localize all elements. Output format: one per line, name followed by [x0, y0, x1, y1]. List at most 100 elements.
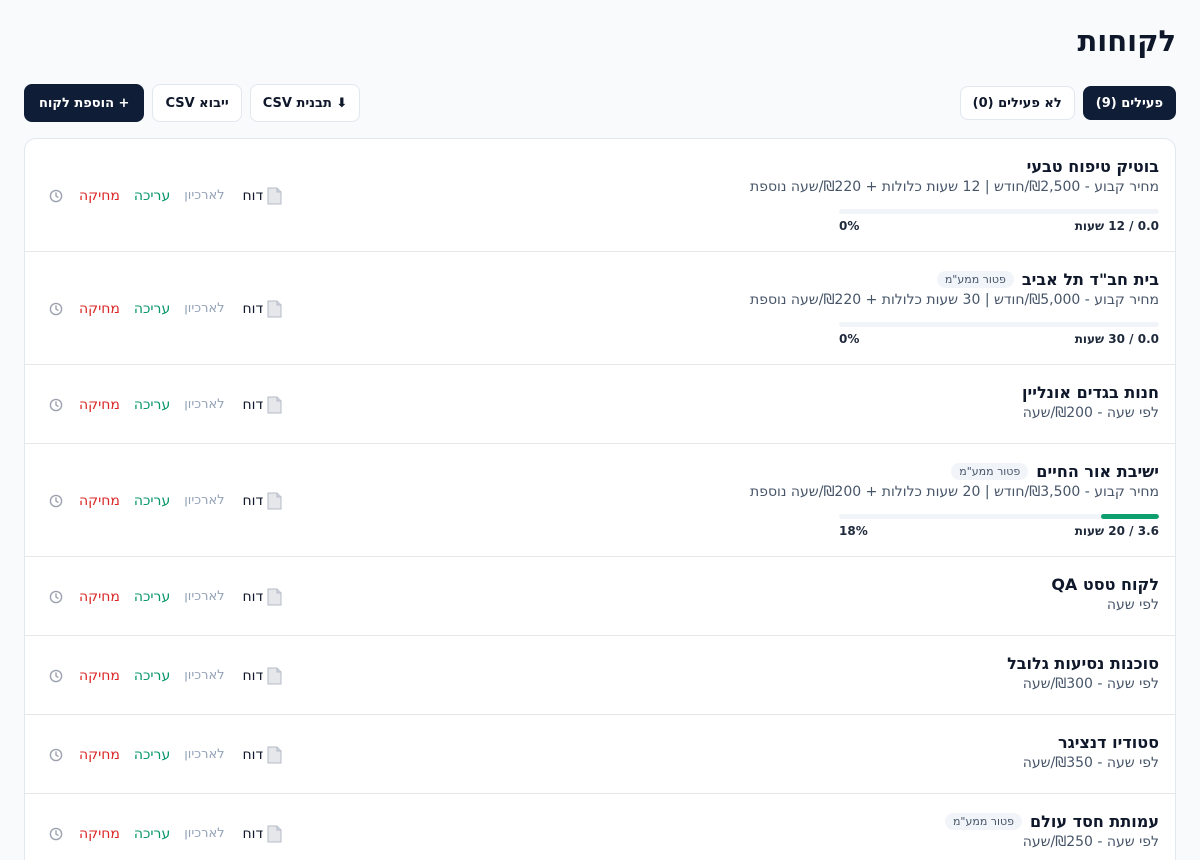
history-icon[interactable] — [47, 825, 65, 843]
client-row: בית חב"ד תל אביב פטור ממע"מ מחיר קבוע - … — [25, 252, 1175, 365]
add-client-button[interactable]: + הוספת לקוח — [24, 84, 145, 122]
clock-icon — [49, 669, 63, 682]
hours-progress-labels: 0.0 / 30 שעות 0% — [839, 332, 1159, 346]
tab-active-clients[interactable]: פעילים (9) — [1082, 86, 1176, 120]
history-icon[interactable] — [47, 746, 65, 764]
client-row: ישיבת אור החיים פטור ממע"מ מחיר קבוע - ₪… — [25, 444, 1175, 557]
edit-button[interactable]: עריכה — [134, 668, 170, 684]
document-icon — [267, 492, 282, 509]
delete-button[interactable]: מחיקה — [79, 301, 120, 317]
hours-used-label: 0.0 / 30 שעות — [1074, 332, 1159, 346]
archive-button[interactable]: לארכיון — [184, 589, 224, 604]
client-name-line: ישיבת אור החיים פטור ממע"מ — [739, 459, 1159, 483]
delete-button[interactable]: מחיקה — [79, 826, 120, 842]
delete-button[interactable]: מחיקה — [79, 493, 120, 509]
client-name-line: סטודיו דנציגר — [739, 730, 1159, 754]
report-button[interactable]: דוח — [243, 396, 283, 414]
client-name: חנות בגדים אונליין — [1022, 382, 1159, 402]
document-icon — [267, 300, 282, 317]
clients-page: לקוחות פעילים (9) לא פעילים (0) ⬇ תבנית … — [0, 0, 1200, 860]
csv-template-button[interactable]: ⬇ תבנית CSV — [249, 84, 361, 122]
history-icon[interactable] — [47, 300, 65, 318]
hours-progress-track — [839, 514, 1159, 519]
delete-button[interactable]: מחיקה — [79, 589, 120, 605]
client-name-line: סוכנות נסיעות גלובל — [739, 651, 1159, 675]
edit-button[interactable]: עריכה — [134, 826, 170, 842]
archive-button[interactable]: לארכיון — [184, 747, 224, 762]
client-pricing: לפי שעה - ₪250/שעה — [1022, 834, 1159, 850]
report-button[interactable]: דוח — [243, 300, 283, 318]
client-pricing: לפי שעה — [1106, 597, 1159, 613]
hours-progress-fill — [1101, 514, 1159, 519]
archive-button[interactable]: לארכיון — [184, 397, 224, 412]
delete-button[interactable]: מחיקה — [79, 397, 120, 413]
clock-icon — [49, 189, 63, 202]
report-button[interactable]: דוח — [243, 825, 283, 843]
hours-progress: 3.6 / 20 שעות 18% — [839, 514, 1159, 538]
delete-button[interactable]: מחיקה — [79, 747, 120, 763]
client-pricing: מחיר קבוע - ₪2,500/חודש | 12 שעות כלולות… — [750, 179, 1159, 195]
history-icon[interactable] — [47, 667, 65, 685]
archive-button[interactable]: לארכיון — [184, 301, 224, 316]
edit-button[interactable]: עריכה — [134, 188, 170, 204]
clock-icon — [49, 494, 63, 507]
client-info: חנות בגדים אונליין לפי שעה - ₪200/שעה — [739, 380, 1159, 422]
hours-used-label: 3.6 / 20 שעות — [1074, 524, 1159, 538]
hours-progress: 0.0 / 30 שעות 0% — [839, 322, 1159, 346]
edit-button[interactable]: עריכה — [134, 589, 170, 605]
client-name: בית חב"ד תל אביב — [1021, 269, 1159, 289]
client-name: עמותת חסד עולם — [1030, 811, 1159, 831]
tab-inactive-clients[interactable]: לא פעילים (0) — [959, 86, 1075, 120]
client-name: ישיבת אור החיים — [1036, 461, 1159, 481]
client-name: בוטיק טיפוח טבעי — [1026, 156, 1159, 176]
history-icon[interactable] — [47, 187, 65, 205]
report-button[interactable]: דוח — [243, 492, 283, 510]
delete-button[interactable]: מחיקה — [79, 668, 120, 684]
edit-button[interactable]: עריכה — [134, 747, 170, 763]
report-button[interactable]: דוח — [243, 667, 283, 685]
clock-icon — [49, 398, 63, 411]
report-button[interactable]: דוח — [243, 187, 283, 205]
hours-progress-track — [839, 322, 1159, 327]
vat-exempt-badge: פטור ממע"מ — [944, 812, 1023, 830]
hours-progress: 0.0 / 12 שעות 0% — [839, 209, 1159, 233]
edit-button[interactable]: עריכה — [134, 493, 170, 509]
history-icon[interactable] — [47, 588, 65, 606]
status-tabs: פעילים (9) לא פעילים (0) — [959, 86, 1176, 120]
client-actions: מחיקה עריכה לארכיון דוח — [47, 823, 282, 845]
document-icon — [267, 667, 282, 684]
report-button[interactable]: דוח — [243, 588, 283, 606]
document-icon — [267, 187, 282, 204]
client-actions: מחיקה עריכה לארכיון דוח — [47, 298, 282, 320]
archive-button[interactable]: לארכיון — [184, 188, 224, 203]
archive-button[interactable]: לארכיון — [184, 826, 224, 841]
client-row: בוטיק טיפוח טבעי מחיר קבוע - ₪2,500/חודש… — [25, 139, 1175, 252]
client-info: ישיבת אור החיים פטור ממע"מ מחיר קבוע - ₪… — [739, 459, 1159, 501]
archive-button[interactable]: לארכיון — [184, 668, 224, 683]
client-name-line: עמותת חסד עולם פטור ממע"מ — [739, 809, 1159, 833]
history-icon[interactable] — [47, 396, 65, 414]
vat-exempt-badge: פטור ממע"מ — [936, 270, 1014, 288]
client-info: עמותת חסד עולם פטור ממע"מ לפי שעה - ₪250… — [739, 809, 1159, 850]
report-label: דוח — [242, 667, 264, 684]
document-icon — [267, 825, 282, 842]
client-info: לקוח טסט QA לפי שעה — [739, 572, 1159, 614]
edit-button[interactable]: עריכה — [134, 301, 170, 317]
delete-button[interactable]: מחיקה — [79, 188, 120, 204]
client-name-line: בוטיק טיפוח טבעי — [739, 154, 1159, 178]
history-icon[interactable] — [47, 492, 65, 510]
hours-used-label: 0.0 / 12 שעות — [1074, 219, 1159, 233]
clock-icon — [49, 748, 63, 761]
client-actions: מחיקה עריכה לארכיון דוח — [47, 394, 282, 416]
report-button[interactable]: דוח — [243, 746, 283, 764]
archive-button[interactable]: לארכיון — [184, 493, 224, 508]
client-name: לקוח טסט QA — [1051, 574, 1159, 594]
report-label: דוח — [242, 746, 264, 763]
edit-button[interactable]: עריכה — [134, 397, 170, 413]
client-actions: מחיקה עריכה לארכיון דוח — [47, 744, 282, 766]
client-info: סוכנות נסיעות גלובל לפי שעה - ₪300/שעה — [739, 651, 1159, 693]
document-icon — [267, 588, 282, 605]
import-csv-button[interactable]: ייבוא CSV — [152, 84, 242, 122]
report-label: דוח — [242, 492, 264, 509]
client-row: לקוח טסט QA לפי שעה מחיקה עריכה לארכיון — [25, 557, 1175, 636]
